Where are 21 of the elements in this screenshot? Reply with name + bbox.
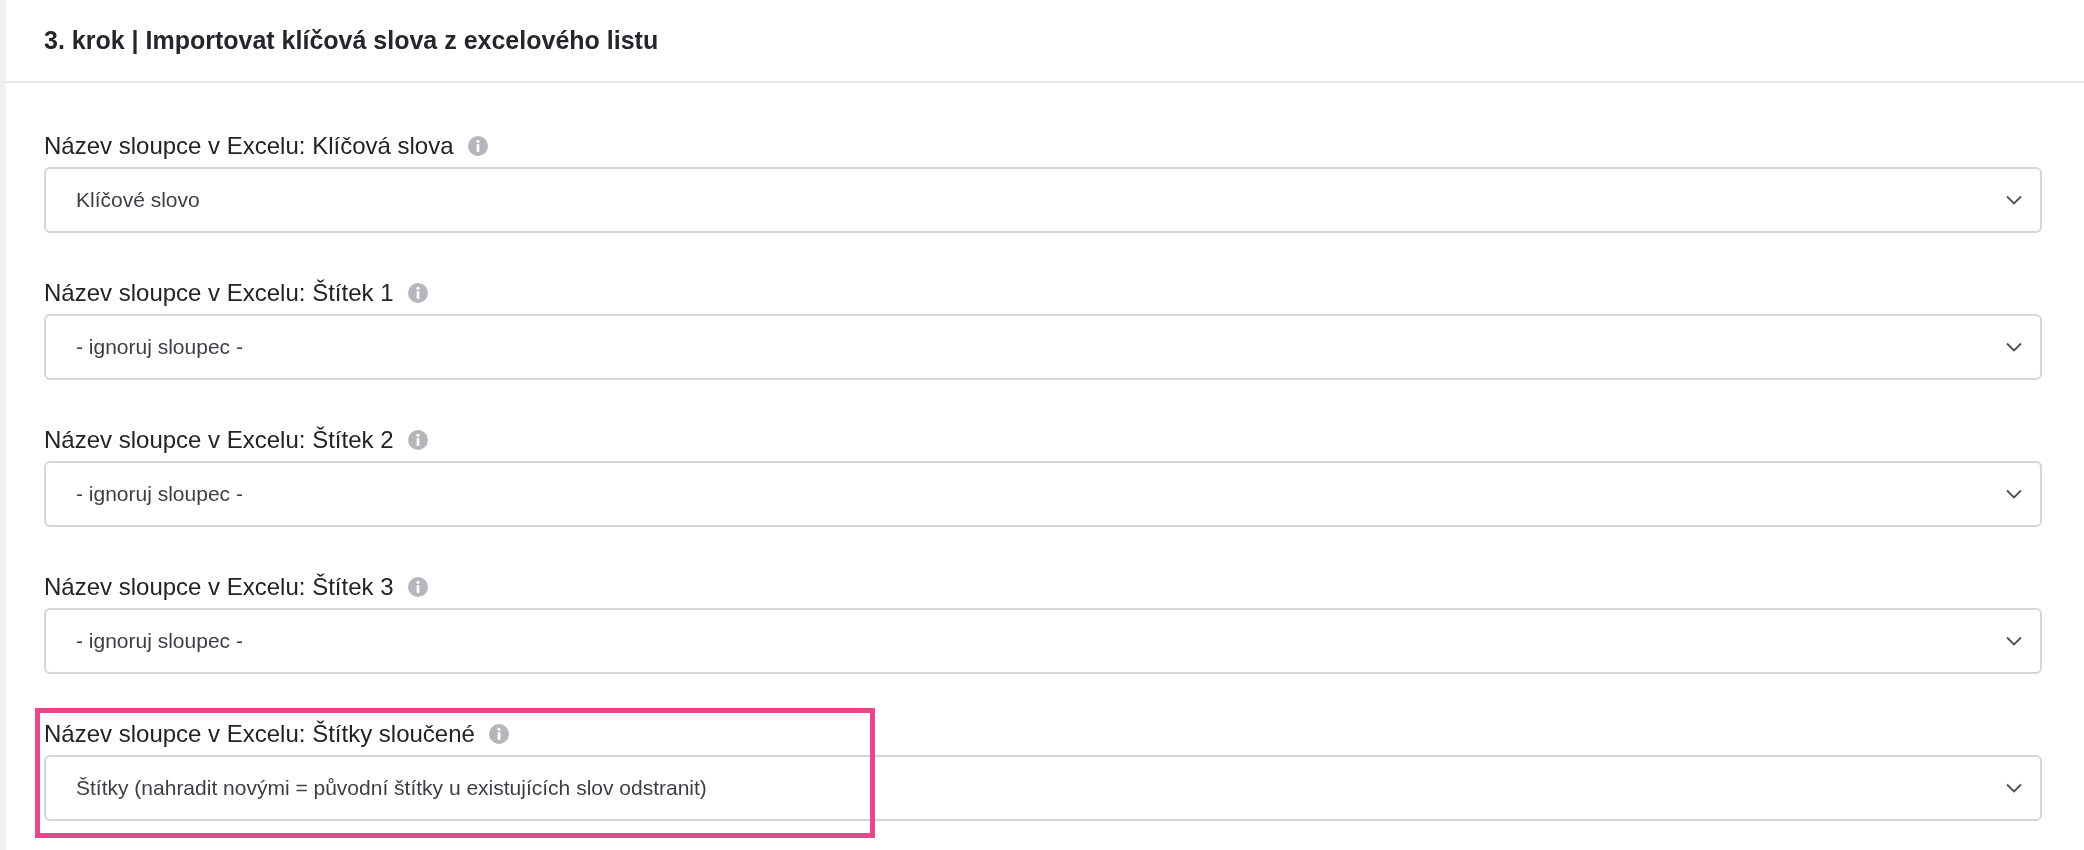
dropdown-field[interactable]: - ignoruj sloupec - xyxy=(44,461,2042,527)
card-title: 3. krok | Importovat klíčová slova z excelového listu xyxy=(44,26,659,55)
chevron-icon xyxy=(2006,489,2022,499)
dropdown-field[interactable]: - ignoruj sloupec - xyxy=(44,314,2042,380)
field-label: Název sloupce v Excelu: Štítek 1 xyxy=(44,279,394,307)
field-label: Název sloupce v Excelu: Klíčová slova xyxy=(44,132,454,160)
info-icon xyxy=(407,577,428,597)
info-icon xyxy=(488,724,509,744)
dropdown-field[interactable]: - ignoruj sloupec - xyxy=(44,608,2042,674)
info-icon xyxy=(467,136,488,156)
chevron-icon xyxy=(2006,783,2022,793)
dropdown-field[interactable]: Štítky (nahradit novými = původní štítky u existujících slov odstranit) xyxy=(44,755,2042,821)
field-label: Název sloupce v Excelu: Štítek 3 xyxy=(44,573,394,601)
dropdown-field[interactable]: Klíčové slovo xyxy=(44,167,2042,233)
info-icon xyxy=(407,430,428,450)
chevron-icon xyxy=(2006,342,2022,352)
chevron-icon xyxy=(2006,195,2022,205)
field-label: Název sloupce v Excelu: Štítek 2 xyxy=(44,426,394,454)
field-label: Název sloupce v Excelu: Štítky sloučené xyxy=(44,720,475,748)
chevron-icon xyxy=(2006,636,2022,646)
info-icon xyxy=(407,283,428,303)
